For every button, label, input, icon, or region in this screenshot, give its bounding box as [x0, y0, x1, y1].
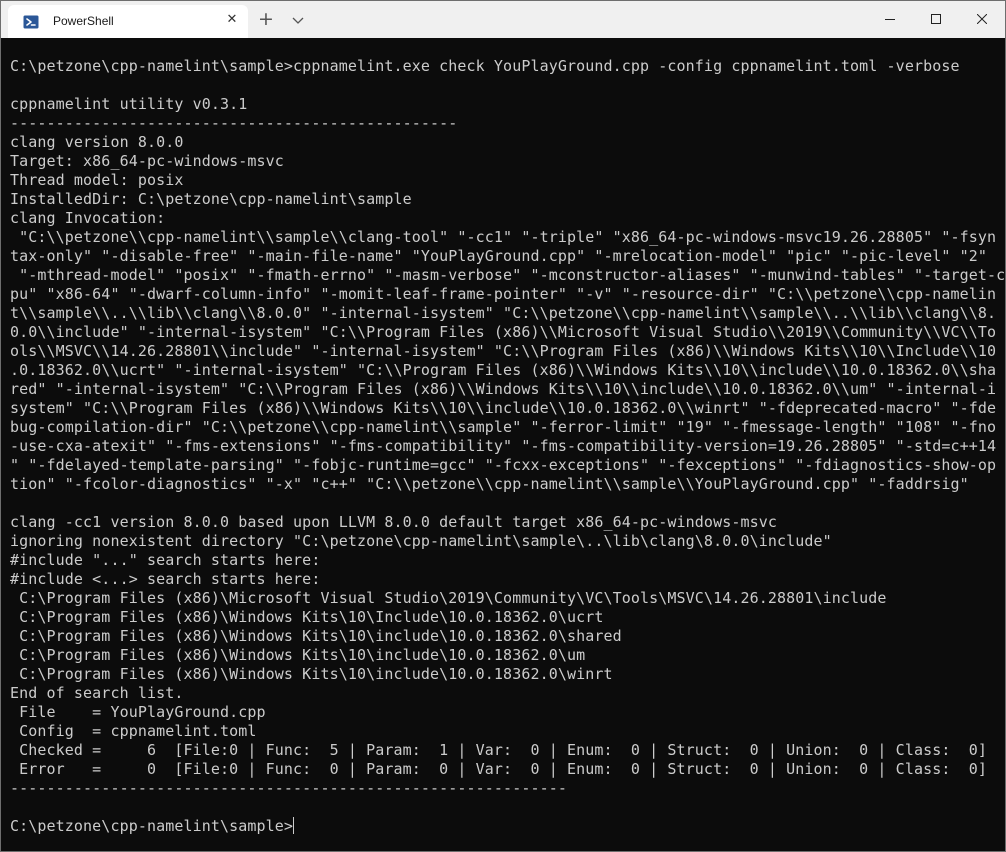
tab-title: PowerShell [53, 14, 114, 28]
terminal-line: bug-compilation-dir" "C:\\petzone\\cpp-n… [10, 418, 997, 436]
terminal-line: tion" "-fcolor-diagnostics" "-x" "c++" "… [10, 475, 969, 493]
terminal-line: clang Invocation: [10, 209, 166, 227]
terminal-line: Error = 0 [File:0 | Func: 0 | Param: 0 |… [10, 760, 987, 778]
terminal-line: C:\Program Files (x86)\Windows Kits\10\i… [10, 665, 613, 683]
terminal-line: clang version 8.0.0 [10, 133, 184, 151]
terminal-line: End of search list. [10, 684, 184, 702]
close-window-button[interactable] [959, 1, 1005, 38]
minimize-icon [885, 19, 895, 20]
prompt-text: C:\petzone\cpp-namelint\sample> [10, 817, 294, 835]
terminal-line: ols\\MSVC\\14.26.28801\\include" "-inter… [10, 342, 997, 360]
terminal-line: Checked = 6 [File:0 | Func: 5 | Param: 1… [10, 741, 987, 759]
terminal-line: red" "-internal-isystem" "C:\\Program Fi… [10, 380, 997, 398]
new-tab-button[interactable]: + [256, 9, 276, 31]
terminal-line: Target: x86_64-pc-windows-msvc [10, 152, 284, 170]
terminal-line: File = YouPlayGround.cpp [10, 703, 266, 721]
text-cursor [293, 817, 295, 834]
terminal-line: C:\petzone\cpp-namelint\sample>cppnameli… [10, 57, 960, 75]
terminal-line: "-mthread-model" "posix" "-fmath-errno" … [10, 266, 1006, 284]
terminal-line: C:\Program Files (x86)\Windows Kits\10\I… [10, 608, 604, 626]
powershell-icon [23, 15, 39, 29]
maximize-icon [931, 14, 941, 24]
terminal-window: PowerShell ✕ + C:\petzone\cpp-namelint\s… [0, 0, 1006, 852]
minimize-button[interactable] [867, 1, 913, 38]
terminal-line: ignoring nonexistent directory "C:\petzo… [10, 532, 832, 550]
terminal-line: #include <...> search starts here: [10, 570, 321, 588]
terminal-line: InstalledDir: C:\petzone\cpp-namelint\sa… [10, 190, 412, 208]
terminal-output[interactable]: C:\petzone\cpp-namelint\sample> cppnameli… [1, 38, 1005, 851]
terminal-line: system" "C:\\Program Files (x86)\\Window… [10, 399, 997, 417]
maximize-button[interactable] [913, 1, 959, 38]
prompt-line[interactable]: C:\petzone\cpp-namelint\sample> [10, 817, 295, 836]
terminal-line: #include "..." search starts here: [10, 551, 321, 569]
terminal-line: clang -cc1 version 8.0.0 based upon LLVM… [10, 513, 777, 531]
terminal-line: tax-only" "-disable-free" "-main-file-na… [10, 247, 987, 265]
terminal-line: Thread model: posix [10, 171, 184, 189]
terminal-line: cppnamelint utility v0.3.1 [10, 95, 248, 113]
terminal-line: 0.0\\include" "-internal-isystem" "C:\\P… [10, 323, 997, 341]
close-tab-icon[interactable]: ✕ [225, 13, 239, 27]
terminal-line: t\\sample\\..\\lib\\clang\\8.0.0" "-inte… [10, 304, 997, 322]
terminal-line: C:\Program Files (x86)\Windows Kits\10\i… [10, 646, 586, 664]
chevron-down-icon[interactable] [289, 11, 307, 29]
terminal-line: .0.18362.0\\ucrt" "-internal-isystem" "C… [10, 361, 997, 379]
terminal-line: " "-fdelayed-template-parsing" "-fobjc-r… [10, 456, 997, 474]
terminal-line: C:\Program Files (x86)\Windows Kits\10\i… [10, 627, 622, 645]
terminal-line: ----------------------------------------… [10, 779, 567, 797]
close-icon [977, 14, 987, 24]
terminal-line: ----------------------------------------… [10, 114, 458, 132]
terminal-line: "C:\\petzone\\cpp-namelint\\sample\\clan… [10, 228, 997, 246]
terminal-line: -use-cxa-atexit" "-fms-extensions" "-fms… [10, 437, 997, 455]
terminal-line: Config = cppnamelint.toml [10, 722, 257, 740]
terminal-line: C:\Program Files (x86)\Microsoft Visual … [10, 589, 887, 607]
tab-powershell[interactable]: PowerShell ✕ [8, 5, 248, 38]
terminal-line: pu" "x86-64" "-dwarf-column-info" "-momi… [10, 285, 997, 303]
title-bar[interactable]: PowerShell ✕ + [1, 1, 1005, 38]
